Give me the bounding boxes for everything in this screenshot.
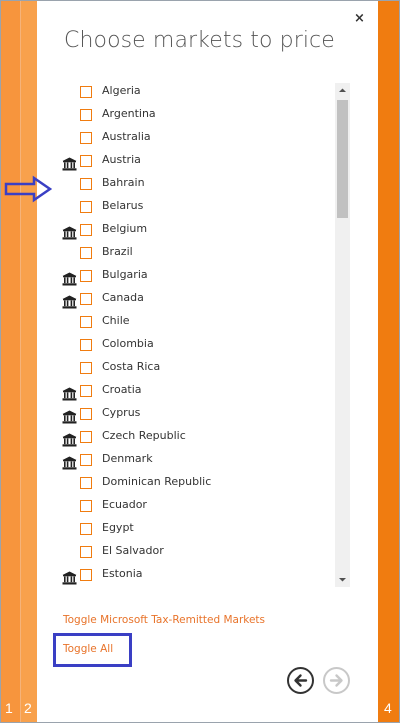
market-label: Croatia [102,383,142,396]
rail-4[interactable]: 4 [378,1,399,722]
market-row[interactable]: Chile [57,313,334,336]
market-checkbox[interactable] [80,477,92,489]
market-row[interactable]: Colombia [57,336,334,359]
market-row[interactable]: Croatia [57,382,334,405]
market-label: Canada [102,291,144,304]
market-row[interactable]: Belarus [57,198,334,221]
market-label: Colombia [102,337,154,350]
market-checkbox[interactable] [80,178,92,190]
next-button[interactable] [323,667,350,694]
toggle-tax-remitted-link[interactable]: Toggle Microsoft Tax-Remitted Markets [63,614,265,626]
toggle-all-link[interactable]: Toggle All [63,643,113,655]
rail-4-number: 4 [384,700,392,716]
market-checkbox[interactable] [80,109,92,121]
market-checkbox[interactable] [80,385,92,397]
scroll-down-icon[interactable] [335,572,350,587]
markets-dialog: × Choose markets to price Algeria Argenti… [37,1,378,722]
market-row[interactable]: Dominican Republic [57,474,334,497]
market-label: Belgium [102,222,148,235]
market-checkbox[interactable] [80,408,92,420]
market-checkbox[interactable] [80,316,92,328]
annotation-arrow-icon [4,175,52,203]
rail-2-number: 2 [24,700,32,716]
market-row[interactable]: Bulgaria [57,267,334,290]
rail-1-number: 1 [5,700,13,716]
market-row[interactable]: Belgium [57,221,334,244]
market-checkbox[interactable] [80,86,92,98]
market-label: Bahrain [102,176,145,189]
market-label: Bulgaria [102,268,148,281]
market-row[interactable]: Estonia [57,566,334,587]
arrow-left-icon [294,674,308,687]
market-label: Estonia [102,567,143,580]
market-row[interactable]: Egypt [57,520,334,543]
bank-icon [62,409,77,424]
market-label: Australia [102,130,151,143]
market-label: Belarus [102,199,144,212]
market-label: Algeria [102,84,141,97]
market-label: Argentina [102,107,156,120]
bank-icon [62,271,77,286]
market-row[interactable]: Algeria [57,83,334,106]
scroll-thumb[interactable] [337,100,348,218]
arrow-right-icon [329,674,343,687]
market-checkbox[interactable] [80,546,92,558]
market-checkbox[interactable] [80,155,92,167]
market-row[interactable]: Costa Rica [57,359,334,382]
market-row[interactable]: Cyprus [57,405,334,428]
bank-icon [62,455,77,470]
market-row[interactable]: Denmark [57,451,334,474]
market-checkbox[interactable] [80,569,92,581]
market-checkbox[interactable] [80,201,92,213]
market-label: El Salvador [102,544,164,557]
market-checkbox[interactable] [80,431,92,443]
market-checkbox[interactable] [80,247,92,259]
market-row[interactable]: Brazil [57,244,334,267]
market-label: Czech Republic [102,429,186,442]
scroll-up-icon[interactable] [335,83,350,98]
bank-icon [62,432,77,447]
rail-2[interactable]: 2 [20,1,37,722]
market-label: Ecuador [102,498,147,511]
market-label: Cyprus [102,406,141,419]
market-label: Brazil [102,245,133,258]
market-checkbox[interactable] [80,339,92,351]
market-label: Austria [102,153,141,166]
dialog-title: Choose markets to price [64,28,335,53]
close-icon[interactable]: × [354,11,368,27]
market-list: Algeria Argentina Australia Austria Bahrain B… [57,83,334,587]
market-checkbox[interactable] [80,523,92,535]
bank-icon [62,386,77,401]
back-button[interactable] [287,667,314,694]
market-row[interactable]: El Salvador [57,543,334,566]
market-checkbox[interactable] [80,454,92,466]
market-checkbox[interactable] [80,224,92,236]
market-checkbox[interactable] [80,293,92,305]
market-label: Egypt [102,521,134,534]
list-scrollbar[interactable] [335,83,350,587]
market-label: Denmark [102,452,153,465]
market-checkbox[interactable] [80,362,92,374]
rail-1[interactable]: 1 [1,1,20,722]
market-checkbox[interactable] [80,132,92,144]
market-label: Costa Rica [102,360,161,373]
market-row[interactable]: Canada [57,290,334,313]
market-checkbox[interactable] [80,500,92,512]
market-label: Dominican Republic [102,475,212,488]
market-label: Chile [102,314,130,327]
bank-icon [62,225,77,240]
market-row[interactable]: Czech Republic [57,428,334,451]
market-checkbox[interactable] [80,270,92,282]
market-row[interactable]: Ecuador [57,497,334,520]
bank-icon [62,570,77,585]
market-row[interactable]: Austria [57,152,334,175]
bank-icon [62,294,77,309]
market-row[interactable]: Argentina [57,106,334,129]
bank-icon [62,156,77,171]
market-row[interactable]: Bahrain [57,175,334,198]
market-row[interactable]: Australia [57,129,334,152]
